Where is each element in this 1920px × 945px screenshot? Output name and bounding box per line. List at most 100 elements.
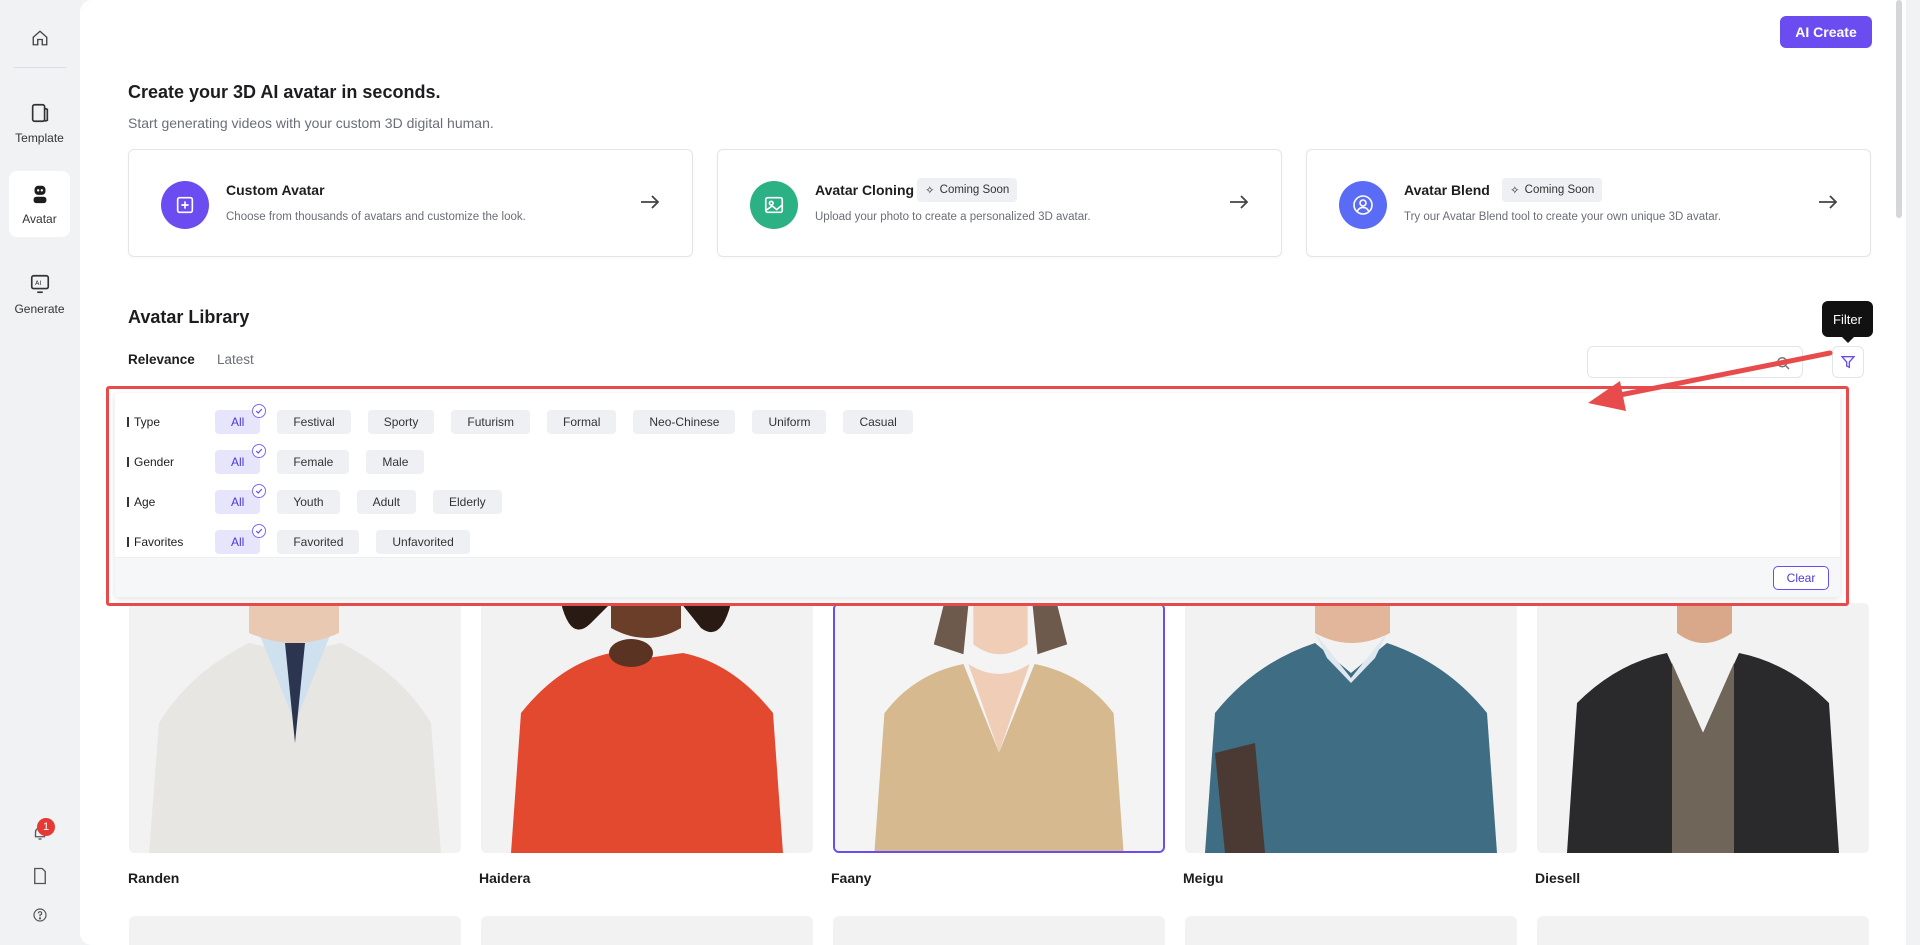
- sparkle-icon: ✧: [1510, 185, 1520, 197]
- sidebar: Template Avatar AI Generate 1: [0, 0, 80, 945]
- avatar-card-haidera[interactable]: [481, 603, 813, 853]
- custom-avatar-card[interactable]: Custom Avatar Choose from thousands of a…: [128, 149, 693, 257]
- avatar-name: Faany: [831, 870, 872, 886]
- check-icon: [252, 444, 267, 458]
- filter-chip-unfavorited[interactable]: Unfavorited: [376, 530, 470, 554]
- sidebar-item-generate[interactable]: AI Generate: [9, 261, 70, 327]
- custom-avatar-icon: [161, 181, 209, 229]
- avatar-image: [835, 605, 1163, 851]
- filter-chip-all[interactable]: All: [215, 484, 267, 514]
- avatar-name: Randen: [128, 870, 180, 886]
- check-icon: [252, 484, 267, 498]
- filter-chip-all[interactable]: All: [215, 404, 267, 434]
- avatar-card-placeholder: [129, 916, 461, 945]
- help-icon[interactable]: [29, 904, 51, 926]
- sidebar-item-label: Generate: [14, 301, 65, 316]
- check-icon: [252, 404, 267, 418]
- avatar-card-faany[interactable]: [833, 603, 1165, 853]
- avatar-card-placeholder: [1537, 916, 1869, 945]
- filter-chip-female[interactable]: Female: [277, 450, 350, 474]
- filter-chip-futurism[interactable]: Futurism: [451, 410, 531, 434]
- avatar-name: Diesell: [1535, 870, 1581, 886]
- filter-chip-all[interactable]: All: [215, 444, 267, 474]
- filter-footer: Clear: [115, 557, 1840, 597]
- filter-chip-neo-chinese[interactable]: Neo-Chinese: [633, 410, 736, 434]
- filter-tooltip: Filter: [1822, 301, 1873, 343]
- filter-chip-male[interactable]: Male: [366, 450, 425, 474]
- coming-soon-badge: ✧ Coming Soon: [917, 178, 1018, 202]
- avatar-name: Meigu: [1183, 870, 1224, 886]
- sidebar-item-label: Template: [15, 130, 64, 145]
- filter-chip-uniform[interactable]: Uniform: [752, 410, 827, 434]
- avatar-cloning-card[interactable]: Avatar Cloning ✧ Coming Soon Upload your…: [717, 149, 1282, 257]
- filter-chip-sporty[interactable]: Sporty: [367, 410, 435, 434]
- filter-label: Age: [127, 495, 215, 509]
- ai-create-button[interactable]: AI Create: [1780, 16, 1872, 48]
- page-title: Create your 3D AI avatar in seconds.: [128, 82, 441, 102]
- label-bar: [127, 497, 129, 507]
- scrollbar[interactable]: [1892, 0, 1906, 945]
- filter-chip-festival[interactable]: Festival: [277, 410, 351, 434]
- label-bar: [127, 457, 129, 467]
- feature-desc: Choose from thousands of avatars and cus…: [226, 211, 526, 223]
- avatar-name: Haidera: [479, 870, 531, 886]
- filter-row-gender: Gender All Female Male: [127, 444, 441, 474]
- notification-badge: 1: [37, 818, 55, 836]
- arrow-right-icon: [641, 195, 660, 209]
- scrollbar-thumb[interactable]: [1896, 0, 1902, 218]
- feature-title: Avatar Blend: [1404, 182, 1490, 198]
- avatar-icon: [33, 185, 46, 203]
- feature-title: Avatar Cloning: [815, 182, 915, 198]
- avatar-image: [481, 603, 813, 853]
- avatar-blend-card[interactable]: Avatar Blend ✧ Coming Soon Try our Avata…: [1306, 149, 1871, 257]
- avatar-card-placeholder: [833, 916, 1165, 945]
- avatar-image: [1185, 603, 1517, 853]
- home-icon[interactable]: [26, 24, 54, 52]
- avatar-card-placeholder: [481, 916, 813, 945]
- feature-desc: Upload your photo to create a personaliz…: [815, 211, 1091, 223]
- filter-row-type: Type All Festival Sporty Futurism Formal Neo-C…: [127, 404, 930, 434]
- page-subtitle: Start generating videos with your custom…: [128, 115, 494, 131]
- arrow-right-icon: [1819, 195, 1838, 209]
- filter-panel: Type All Festival Sporty Futurism Formal Neo-C…: [106, 386, 1849, 606]
- avatar-card-randen[interactable]: [129, 603, 461, 853]
- clear-button[interactable]: Clear: [1773, 566, 1829, 590]
- image-upload-icon: [750, 181, 798, 229]
- avatar-blend-icon: [1339, 181, 1387, 229]
- document-icon[interactable]: [29, 865, 51, 887]
- filter-chip-formal[interactable]: Formal: [547, 410, 617, 434]
- avatar-card-diesell[interactable]: [1537, 603, 1869, 853]
- filter-dropdown: Type All Festival Sporty Futurism Formal Neo-C…: [115, 393, 1840, 597]
- avatar-image: [1537, 603, 1869, 853]
- filter-chip-adult[interactable]: Adult: [356, 490, 416, 514]
- avatar-card-meigu[interactable]: [1185, 603, 1517, 853]
- library-title: Avatar Library: [128, 307, 250, 327]
- sidebar-divider: [14, 67, 66, 68]
- avatar-card-placeholder: [1185, 916, 1517, 945]
- filter-chip-elderly[interactable]: Elderly: [432, 490, 502, 514]
- filter-chip-youth[interactable]: Youth: [277, 490, 340, 514]
- filter-chip-casual[interactable]: Casual: [843, 410, 913, 434]
- svg-text:AI: AI: [34, 278, 40, 286]
- label-bar: [127, 417, 129, 427]
- label-bar: [127, 537, 129, 547]
- filter-chip-favorited[interactable]: Favorited: [277, 530, 360, 554]
- tab-latest[interactable]: Latest: [217, 352, 254, 367]
- template-icon: [31, 103, 48, 122]
- filter-chip-all[interactable]: All: [215, 524, 267, 554]
- filter-row-favorites: Favorites All Favorited Unfavorited: [127, 524, 487, 554]
- filter-row-age: Age All Youth Adult Elderly: [127, 484, 519, 514]
- check-icon: [252, 524, 267, 538]
- feature-desc: Try our Avatar Blend tool to create your…: [1404, 211, 1722, 223]
- sidebar-item-template[interactable]: Template: [9, 90, 70, 156]
- avatar-image: [129, 603, 461, 853]
- coming-soon-badge: ✧ Coming Soon: [1502, 178, 1603, 202]
- filter-label: Type: [127, 415, 215, 429]
- filter-label: Favorites: [127, 535, 215, 549]
- tab-relevance[interactable]: Relevance: [128, 352, 195, 367]
- sidebar-item-label: Avatar: [22, 211, 57, 226]
- annotation-arrow: [1588, 350, 1833, 411]
- filter-label: Gender: [127, 455, 215, 469]
- filter-icon: [1840, 356, 1856, 369]
- sidebar-item-avatar[interactable]: Avatar: [9, 171, 70, 237]
